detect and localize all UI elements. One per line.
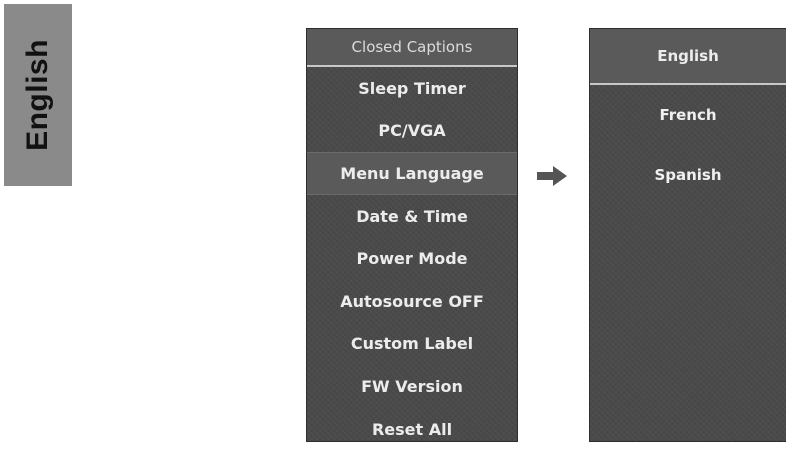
menu-item-power-mode[interactable]: Power Mode: [307, 237, 517, 280]
menu-item-date-time[interactable]: Date & Time: [307, 195, 517, 238]
menu-item-reset-all[interactable]: Reset All: [307, 408, 517, 450]
menu-item-closed-captions[interactable]: Closed Captions: [307, 29, 517, 67]
menu-item-autosource[interactable]: Autosource OFF: [307, 280, 517, 323]
menu-item-custom-label[interactable]: Custom Label: [307, 323, 517, 366]
language-option-english[interactable]: English: [590, 29, 786, 85]
language-side-tab: English: [4, 4, 72, 186]
menu-item-fw-version[interactable]: FW Version: [307, 365, 517, 408]
menu-item-sleep-timer[interactable]: Sleep Timer: [307, 67, 517, 110]
arrow-right-icon: [537, 166, 567, 186]
language-option-spanish[interactable]: Spanish: [590, 145, 786, 205]
menu-item-menu-language[interactable]: Menu Language: [307, 152, 517, 195]
language-menu-panel: English French Spanish: [589, 28, 786, 442]
settings-menu-panel: Closed Captions Sleep Timer PC/VGA Menu …: [306, 28, 518, 442]
language-option-french[interactable]: French: [590, 85, 786, 145]
menu-item-pc-vga[interactable]: PC/VGA: [307, 110, 517, 153]
side-tab-label: English: [21, 39, 54, 151]
